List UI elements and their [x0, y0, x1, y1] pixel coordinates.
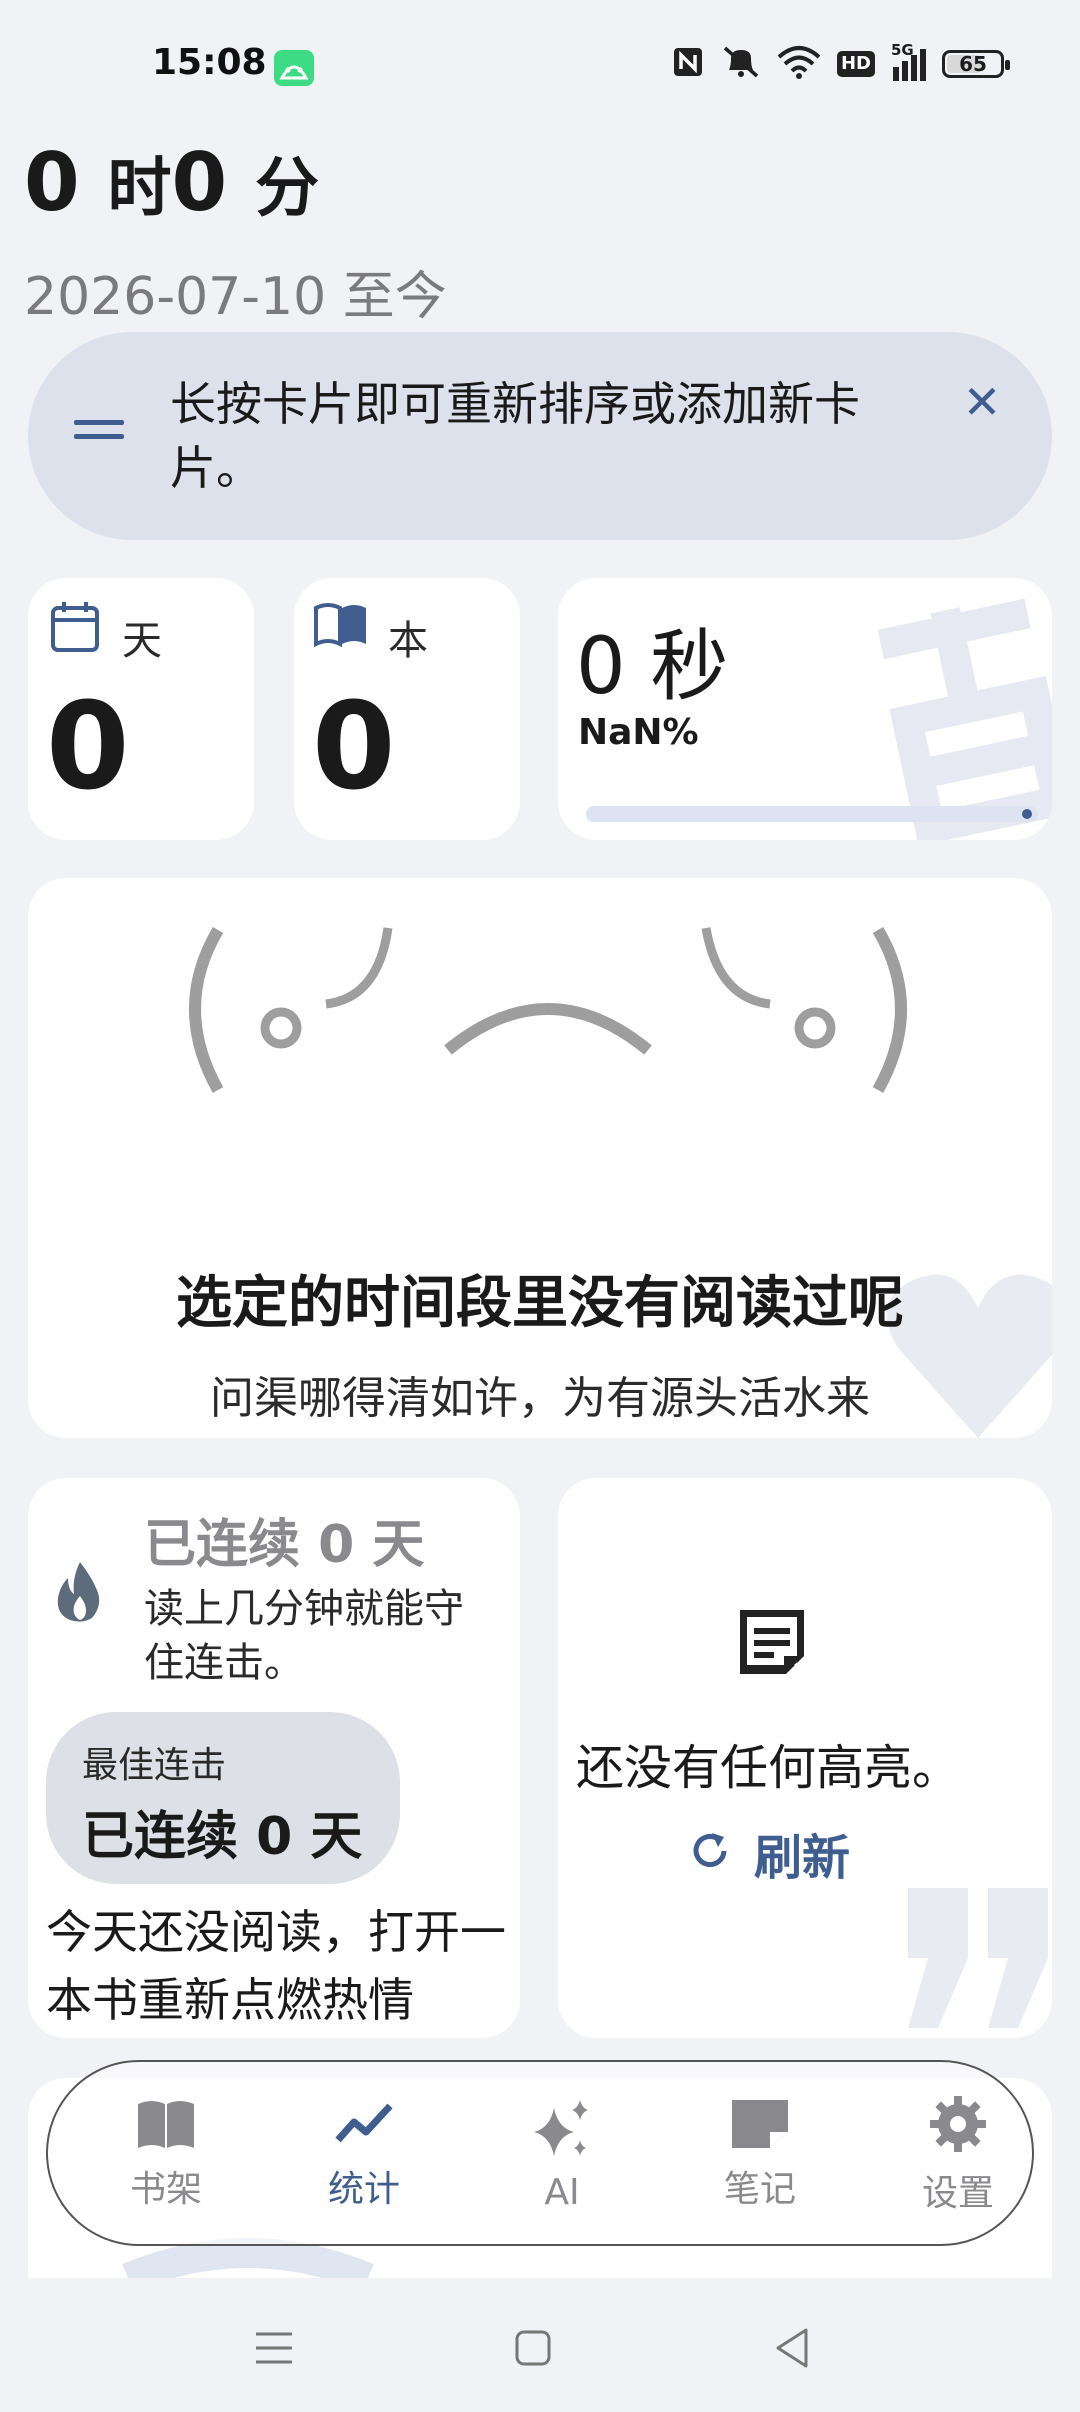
nav-label: 书架 [129, 2169, 202, 2210]
streak-message: 今天还没阅读，打开一本书重新点燃热情 [46, 1905, 506, 2027]
nav-label: 笔记 [723, 2169, 796, 2210]
streak-subtitle: 读上几分钟就能守住连击。 [144, 1586, 464, 1686]
book-open-icon [136, 2098, 196, 2154]
nav-statistics[interactable]: 统计 [284, 2062, 444, 2248]
network-type-label: 5G [891, 41, 914, 59]
reading-time-card[interactable]: 0 秒 NaN% [558, 578, 1052, 840]
hours-unit: 时 [107, 152, 172, 226]
battery-percent: 65 [959, 52, 987, 76]
battery-icon: 65 [942, 50, 1010, 78]
note-icon [734, 1604, 810, 1684]
best-streak-badge: 最佳连击 已连续 0 天 [46, 1712, 400, 1884]
watermark-icon [858, 588, 1052, 840]
bottom-navigation: 书架 统计 AI 笔记 设置 [46, 2060, 1034, 2246]
time-value: 0 秒 [576, 622, 729, 712]
percent-value: NaN% [578, 712, 699, 753]
status-time: 15:08 [152, 42, 267, 83]
highlights-card[interactable]: 还没有任何高亮。 刷新 [558, 1478, 1052, 2038]
progress-end-dot [1022, 809, 1032, 819]
nav-label: AI [544, 2171, 580, 2213]
highlights-empty-text: 还没有任何高亮。 [576, 1740, 961, 1796]
close-icon[interactable]: ✕ [960, 379, 1004, 425]
refresh-button[interactable]: 刷新 [688, 1818, 850, 1888]
note-icon [730, 2098, 790, 2154]
nav-ai[interactable]: AI [482, 2062, 642, 2248]
total-reading-time: 0 时0 分 [24, 136, 319, 229]
streak-title: 已连续 0 天 [144, 1515, 425, 1575]
hd-icon: HD [836, 51, 875, 77]
empty-state-quote: 问渠哪得清如许，为有源头活水来 [210, 1373, 870, 1424]
wifi-icon [777, 45, 821, 83]
reorder-hint-text: 长按卡片即可重新排序或添加新卡片。 [170, 377, 860, 495]
days-card[interactable]: 天 0 [28, 578, 254, 840]
nav-label: 设置 [921, 2173, 994, 2214]
books-card[interactable]: 本 0 [294, 578, 520, 840]
days-value: 0 [46, 678, 130, 817]
nav-notes[interactable]: 笔记 [680, 2062, 840, 2248]
empty-state-card: 选定的时间段里没有阅读过呢 问渠哪得清如许，为有源头活水来 [28, 878, 1052, 1438]
status-icons: HD 5G 65 [671, 41, 1010, 84]
mute-icon [721, 44, 761, 84]
android-notification-icon [274, 50, 314, 86]
back-icon[interactable] [772, 2326, 812, 2374]
refresh-icon [688, 1829, 732, 1877]
nav-label: 统计 [327, 2169, 400, 2210]
days-label: 天 [122, 618, 162, 664]
best-streak-label: 最佳连击 [82, 1745, 227, 1786]
nfc-icon [671, 45, 705, 83]
sad-face-icon [178, 918, 918, 1102]
gear-icon [928, 2094, 988, 2158]
trend-icon [334, 2098, 394, 2154]
refresh-label: 刷新 [754, 1830, 851, 1886]
books-label: 本 [388, 618, 428, 664]
minutes-value: 0 [171, 136, 228, 229]
flame-icon [52, 1560, 108, 1628]
time-progress-bar [586, 806, 1038, 822]
book-open-icon [312, 600, 370, 652]
best-streak-value: 已连续 0 天 [82, 1807, 363, 1867]
calendar-icon [50, 600, 100, 658]
hours-value: 0 [24, 136, 80, 229]
drag-handle-icon [74, 420, 124, 446]
sparkle-icon [530, 2098, 594, 2166]
streak-card[interactable]: 已连续 0 天 读上几分钟就能守住连击。 最佳连击 已连续 0 天 今天还没阅读… [28, 1478, 520, 2038]
empty-state-title: 选定的时间段里没有阅读过呢 [176, 1271, 904, 1336]
books-value: 0 [312, 678, 396, 817]
quote-watermark-icon [888, 1878, 1052, 2032]
menu-icon[interactable] [254, 2328, 294, 2372]
nav-bookshelf[interactable]: 书架 [86, 2062, 246, 2248]
signal-icon: 5G [891, 41, 926, 81]
minutes-unit: 分 [255, 152, 320, 226]
home-icon[interactable] [514, 2328, 552, 2372]
nav-settings[interactable]: 设置 [878, 2062, 1038, 2248]
date-range: 2026-07-10 至今 [24, 267, 447, 327]
